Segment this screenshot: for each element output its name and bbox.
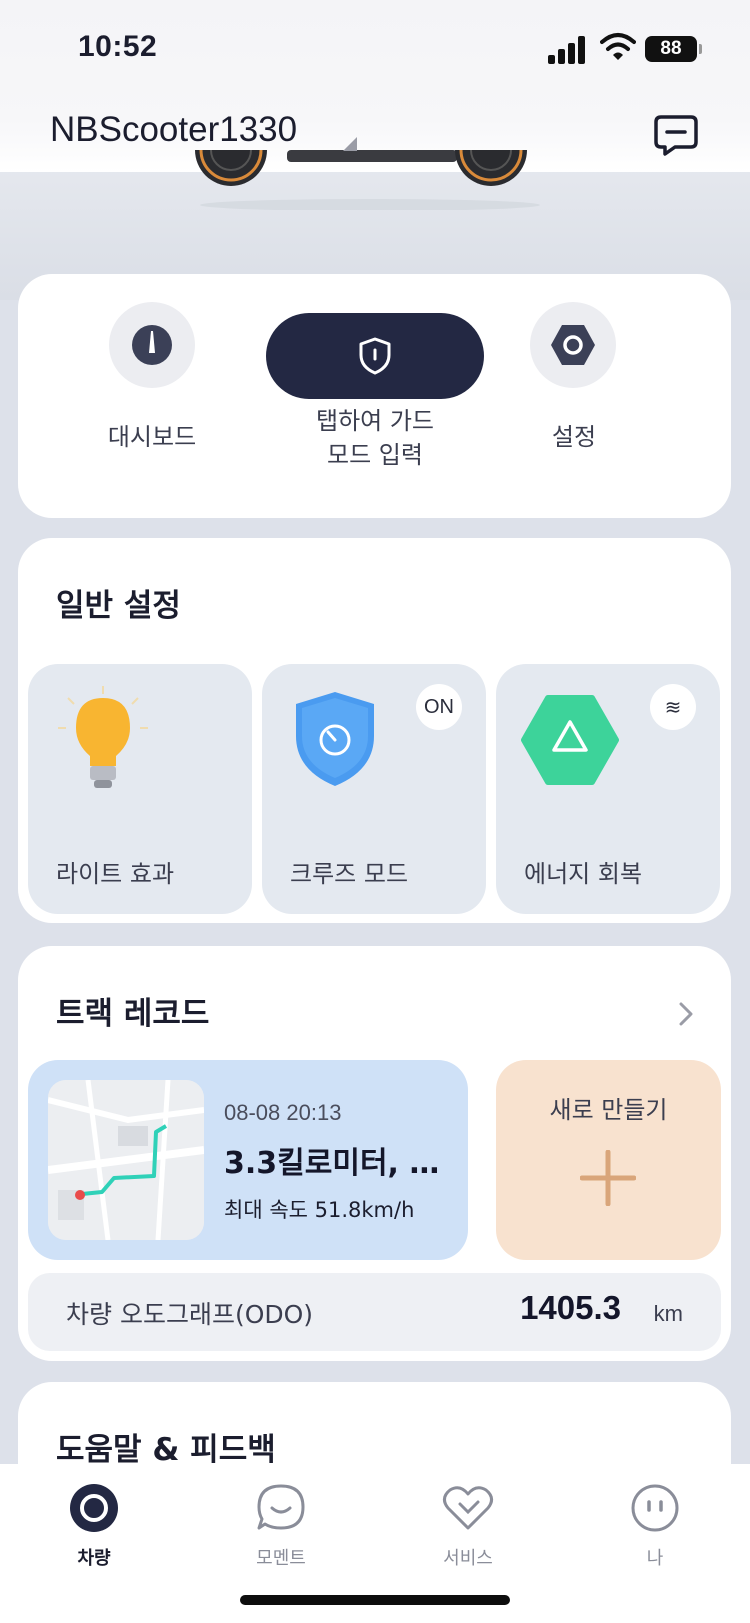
- route-map-thumbnail: [48, 1080, 204, 1240]
- track-distance: 3.3킬로미터, 1...: [224, 1146, 460, 1181]
- wifi-icon: [600, 33, 636, 60]
- tab-vehicle[interactable]: 차량: [34, 1482, 154, 1582]
- latest-track-tile[interactable]: 08-08 20:13 3.3킬로미터, 1... 최대 속도 51.8km/h: [28, 1060, 468, 1260]
- home-indicator[interactable]: [240, 1595, 510, 1605]
- energy-recovery-tile[interactable]: ≋ 에너지 회복: [496, 664, 720, 914]
- tab-me[interactable]: 나: [595, 1482, 715, 1582]
- lightbulb-icon: [58, 686, 148, 788]
- settings-label: 설정: [551, 423, 597, 451]
- quick-actions-card: 대시보드 탭하여 가드 모드 입력 설정: [18, 274, 731, 518]
- cruise-mode-status-badge: ON: [416, 684, 462, 730]
- tab-me-label: 나: [646, 1548, 664, 1569]
- light-effect-label: 라이트 효과: [56, 860, 175, 888]
- tab-service[interactable]: 서비스: [408, 1482, 528, 1582]
- general-settings-card: 일반 설정 라이트 효과 ON 크루즈 모드 ≋ 에너지 회복: [18, 538, 731, 923]
- odometer-row: 차량 오도그래프(ODO) 1405.3 km: [28, 1273, 721, 1351]
- general-settings-title: 일반 설정: [56, 588, 181, 624]
- tab-vehicle-label: 차량: [77, 1548, 111, 1569]
- gear-hex-icon: [551, 325, 595, 365]
- guard-mode-label-line2: 모드 입력: [327, 441, 423, 469]
- status-bar: 10:52 88: [0, 0, 750, 100]
- track-record-card: 트랙 레코드 08-08 20:13 3.3킬로미터, 1... 최대 속도 5…: [18, 946, 731, 1361]
- odometer-value: 1405.3: [520, 1289, 621, 1326]
- cruise-shield-icon: [296, 692, 374, 786]
- create-track-label: 새로 만들기: [549, 1096, 668, 1124]
- dashboard-gauge-icon: [132, 325, 172, 365]
- track-max-speed: 최대 속도 51.8km/h: [224, 1198, 415, 1222]
- scooter-image: [195, 150, 540, 210]
- moment-icon: [257, 1484, 305, 1530]
- cruise-mode-tile[interactable]: ON 크루즈 모드: [262, 664, 486, 914]
- service-heart-icon: [443, 1486, 493, 1530]
- settings-button[interactable]: [530, 302, 616, 388]
- dashboard-label: 대시보드: [107, 423, 197, 451]
- message-icon[interactable]: [653, 114, 699, 156]
- tab-moment-label: 모멘트: [256, 1548, 306, 1569]
- odometer-label: 차량 오도그래프(ODO): [66, 1300, 314, 1329]
- shield-icon: [359, 337, 391, 375]
- battery-indicator: 88: [645, 36, 702, 62]
- energy-recycle-icon: [521, 695, 619, 785]
- track-date: 08-08 20:13: [224, 1100, 342, 1125]
- dashboard-button[interactable]: [109, 302, 195, 388]
- profile-icon: [631, 1484, 679, 1532]
- tab-moment[interactable]: 모멘트: [221, 1482, 341, 1582]
- vehicle-icon: [70, 1484, 118, 1532]
- energy-recovery-label: 에너지 회복: [524, 860, 643, 888]
- light-effect-tile[interactable]: 라이트 효과: [28, 664, 252, 914]
- help-feedback-title: 도움말 & 피드백: [56, 1432, 276, 1468]
- guard-mode-label: 탭하여 가드 모드 입력: [275, 404, 475, 472]
- odometer-unit: km: [653, 1301, 683, 1326]
- cruise-mode-label: 크루즈 모드: [290, 860, 409, 888]
- status-time: 10:52: [78, 30, 158, 63]
- device-name-selector[interactable]: NBScooter1330: [50, 110, 297, 150]
- wave-icon: ≋: [650, 684, 696, 730]
- chevron-right-icon[interactable]: [676, 1000, 696, 1028]
- create-track-button[interactable]: 새로 만들기: [496, 1060, 721, 1260]
- cellular-signal-icon: [548, 36, 585, 64]
- plus-icon: [580, 1150, 636, 1206]
- track-record-title: 트랙 레코드: [56, 996, 210, 1032]
- tab-service-label: 서비스: [443, 1548, 493, 1569]
- guard-mode-label-line1: 탭하여 가드: [315, 407, 435, 435]
- caret-down-icon[interactable]: [343, 137, 357, 151]
- guard-mode-button[interactable]: [266, 313, 484, 399]
